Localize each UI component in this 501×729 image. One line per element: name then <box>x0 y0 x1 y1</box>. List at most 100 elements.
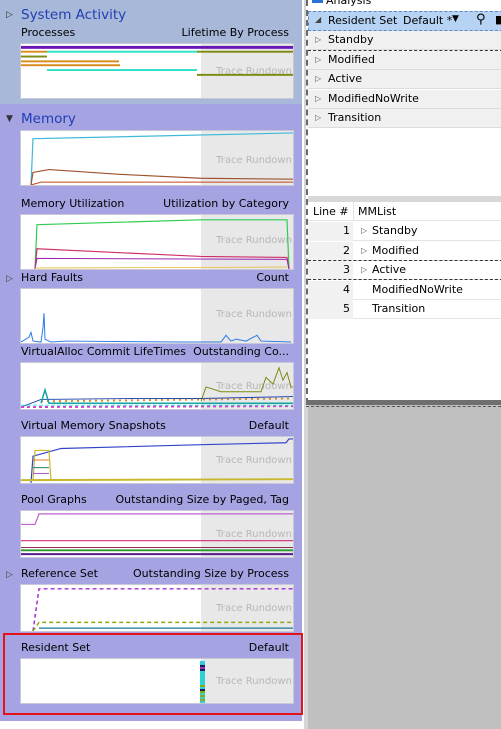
graph-thumbnail-hard-faults[interactable]: Trace Rundown <box>20 288 294 344</box>
column-header-mmlist[interactable]: MMList <box>358 205 396 218</box>
memory-graph <box>30 132 293 185</box>
expand-icon[interactable]: ▷ <box>315 113 321 122</box>
graph-label-hard-faults: Hard Faults <box>21 271 83 284</box>
series-bar <box>21 64 120 67</box>
tab-strip: Analysis <box>308 0 501 10</box>
column-divider[interactable] <box>353 202 354 221</box>
expand-icon[interactable]: ▷ <box>361 265 367 274</box>
mmlist-cell: Modified <box>372 243 419 257</box>
graph-preset-memory-utilization: Utilization by Category <box>163 197 289 210</box>
graph-toolbar: ◢ Resident Set Default * ▼ ⚲ ■ <box>308 11 501 31</box>
pool-graphs-graph <box>21 513 293 556</box>
expand-icon[interactable]: ▷ <box>6 10 13 20</box>
mmlist-cell: Standby <box>372 224 418 237</box>
line-number: 3 <box>308 261 353 280</box>
expand-icon[interactable]: ▷ <box>6 274 13 284</box>
graph-thumbnail-virtual-memory-snapshots[interactable]: Trace Rundown <box>20 436 294 484</box>
legend-row-label: Transition <box>328 111 382 124</box>
series-line <box>200 366 293 402</box>
expand-icon[interactable]: ▷ <box>361 246 367 255</box>
expand-icon[interactable]: ▷ <box>315 74 321 83</box>
column-header-line[interactable]: Line # <box>313 205 349 218</box>
graph-preset-pool-graphs: Outstanding Size by Paged, Tag <box>115 493 289 506</box>
group-separator <box>308 50 501 51</box>
graph-explorer: ▷ System Activity Processes Lifetime By … <box>0 0 304 729</box>
series-bar <box>47 50 197 53</box>
table-row[interactable]: 1 ▷ Standby <box>308 222 501 241</box>
expand-icon[interactable]: ▷ <box>315 55 321 64</box>
graph-label-memory-utilization: Memory Utilization <box>21 197 125 210</box>
series-line <box>21 396 293 408</box>
table-row[interactable]: 3 ▷ Active <box>308 261 501 280</box>
series-bar <box>21 45 293 49</box>
graph-preset-hard-faults: Count <box>256 271 289 284</box>
series-bar <box>197 73 293 76</box>
graph-thumbnail-memory-utilization[interactable]: Trace Rundown <box>20 214 294 270</box>
group-title-system-activity[interactable]: System Activity <box>21 7 126 23</box>
graph-label-reference-set: Reference Set <box>21 567 98 580</box>
collapse-triangle-icon[interactable]: ◢ <box>315 15 321 24</box>
preset-selector[interactable]: Default * <box>403 14 452 27</box>
legend-row[interactable]: ▷ ModifiedNoWrite <box>308 89 501 109</box>
pane-border <box>306 400 501 405</box>
graph-preset-reference-set: Outstanding Size by Process <box>133 567 289 580</box>
table-row[interactable]: 5 Transition <box>308 300 501 319</box>
collapse-icon[interactable]: ▼ <box>6 114 13 124</box>
series-bar <box>21 60 119 63</box>
series-bar <box>21 55 47 58</box>
graph-preset-virtualalloc: Outstanding Co... <box>193 345 289 358</box>
expand-icon[interactable]: ▷ <box>315 94 321 103</box>
expand-icon[interactable]: ▷ <box>315 35 321 44</box>
series-line <box>30 438 293 483</box>
group-system-activity: ▷ System Activity Processes Lifetime By … <box>0 0 302 104</box>
expand-icon[interactable]: ▷ <box>6 570 13 580</box>
series-bar <box>21 50 47 53</box>
virtualalloc-graph <box>21 366 293 409</box>
legend-row[interactable]: ▷ Active <box>308 70 501 89</box>
mmlist-cell: Active <box>372 263 407 276</box>
graph-thumbnail-reference-set[interactable]: Trace Rundown <box>20 584 294 632</box>
selection-highlight <box>3 633 303 715</box>
reference-set-graph <box>32 588 293 631</box>
line-number: 2 <box>308 241 353 261</box>
legend-row[interactable]: ▷ Modified <box>308 50 501 70</box>
group-memory: ▼ Memory Trace Rundown Memory Utilizatio… <box>0 104 302 721</box>
expand-icon[interactable]: ▷ <box>361 226 367 235</box>
legend-row[interactable]: ▷ Transition <box>308 109 501 128</box>
table-row[interactable]: 2 ▷ Modified <box>308 241 501 261</box>
pin-icon[interactable]: ■ <box>495 13 501 26</box>
search-icon[interactable]: ⚲ <box>476 12 486 27</box>
legend-row[interactable]: ▷ Standby <box>308 31 501 50</box>
legend-row-label: ModifiedNoWrite <box>328 91 419 105</box>
graph-preset-virtual-memory-snapshots: Default <box>248 419 289 432</box>
mmlist-cell: Transition <box>372 302 426 315</box>
graph-thumbnail-pool-graphs[interactable]: Trace Rundown <box>20 510 294 558</box>
series-bar <box>197 50 293 53</box>
grid-header: Line # MMList <box>308 202 501 221</box>
virtual-memory-snapshots-graph <box>21 438 293 483</box>
chevron-down-icon[interactable]: ▼ <box>452 14 459 24</box>
graph-label-virtualalloc: VirtualAlloc Commit LifeTimes <box>21 345 187 358</box>
analysis-pane: Analysis ◢ Resident Set Default * ▼ ⚲ ■ … <box>306 0 501 404</box>
group-title-memory[interactable]: Memory <box>21 111 76 127</box>
series-line <box>32 621 293 631</box>
series-line <box>21 313 292 343</box>
line-number: 4 <box>308 280 353 300</box>
tab-analysis[interactable]: Analysis <box>312 0 371 7</box>
table-row[interactable]: 4 ModifiedNoWrite <box>308 280 501 300</box>
graph-thumbnail-virtualalloc[interactable]: Trace Rundown <box>20 362 294 410</box>
graph-thumbnail-processes[interactable]: Trace Rundown <box>20 43 294 99</box>
legend-row-label: Modified <box>328 52 375 66</box>
line-number: 1 <box>308 222 353 241</box>
series-line <box>30 132 293 185</box>
series-line <box>21 405 293 409</box>
hard-faults-graph <box>21 313 292 343</box>
series-line <box>32 588 293 631</box>
graph-label-processes: Processes <box>21 26 76 39</box>
line-number: 5 <box>308 300 353 319</box>
pane-border-dashed <box>306 406 501 407</box>
series-line <box>34 219 290 269</box>
series-line <box>21 513 293 525</box>
legend-row-label: Standby <box>328 33 374 46</box>
graph-thumbnail-memory[interactable]: Trace Rundown <box>20 130 294 186</box>
